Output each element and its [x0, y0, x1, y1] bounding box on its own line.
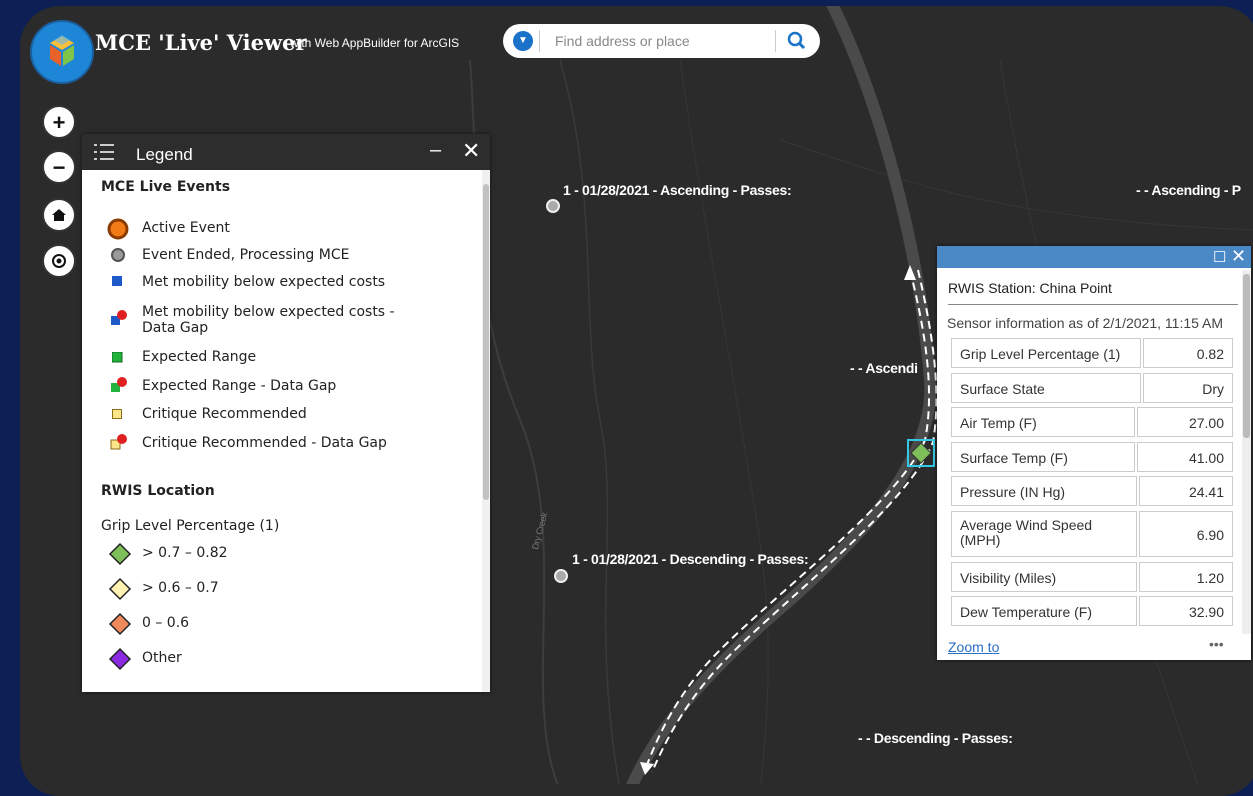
legend-item: Met mobility below expected costs - [142, 304, 395, 320]
attr-label: Grip Level Percentage (1) [951, 338, 1141, 368]
app-logo [30, 20, 94, 84]
close-icon[interactable]: ✕ [1231, 246, 1246, 267]
minimize-button[interactable]: – [430, 139, 441, 162]
attr-value: Dry [1143, 373, 1233, 403]
scrollbar-thumb[interactable] [1243, 274, 1250, 438]
legend-title: Legend [136, 145, 193, 164]
attr-label-line: (MPH) [960, 532, 1001, 548]
app-title: MCE 'Live' Viewer [95, 30, 307, 55]
attr-label: Dew Temperature (F) [951, 596, 1137, 626]
attr-label: Average Wind Speed (MPH) [951, 511, 1137, 557]
legend-item: Critique Recommended [142, 406, 307, 422]
popup-info: Sensor information as of 2/1/2021, 11:15… [947, 315, 1224, 331]
search-input[interactable]: Find address or place [555, 33, 690, 49]
my-location-button[interactable] [42, 244, 76, 278]
map-label-ascending: - - Ascending - P [1136, 182, 1241, 198]
divider [539, 30, 540, 52]
legend-section-heading: MCE Live Events [101, 179, 231, 195]
orange-diamond-icon [108, 612, 132, 636]
close-button[interactable]: ✕ [462, 138, 480, 164]
attr-value: 32.90 [1139, 596, 1233, 626]
locate-icon [52, 254, 66, 268]
app-subtitle: with Web AppBuilder for ArcGIS [290, 36, 460, 50]
blue-square-data-gap-icon [111, 310, 127, 325]
legend-item: > 0.6 – 0.7 [142, 580, 219, 596]
map-label-ascending: 1 - 01/28/2021 - Ascending - Passes: [563, 182, 792, 198]
attr-label: Surface State [951, 373, 1141, 403]
attr-value: 1.20 [1139, 562, 1233, 592]
legend-panel: Legend – ✕ MCE Live Events Active Event … [82, 134, 490, 692]
map-label-descending: 1 - 01/28/2021 - Descending - Passes: [572, 551, 809, 567]
divider [948, 304, 1238, 305]
green-square-icon [112, 352, 123, 363]
search-button[interactable] [783, 28, 811, 54]
legend-item: > 0.7 – 0.82 [142, 545, 228, 561]
green-square-data-gap-icon [111, 377, 127, 392]
legend-item: Other [142, 650, 182, 666]
attr-label: Air Temp (F) [951, 407, 1135, 437]
popup-title: RWIS Station: China Point [948, 280, 1112, 296]
legend-header: Legend – ✕ [82, 134, 490, 170]
legend-item: Expected Range - Data Gap [142, 378, 337, 394]
legend-scrollbar[interactable] [482, 170, 490, 692]
legend-item: Expected Range [142, 349, 257, 365]
green-diamond-icon [108, 542, 132, 566]
scrollbar-thumb[interactable] [483, 184, 489, 500]
home-button[interactable] [42, 198, 76, 232]
legend-body: MCE Live Events Active Event Event Ended… [82, 170, 482, 692]
zoom-in-button[interactable]: + [42, 105, 76, 139]
attr-label: Visibility (Miles) [951, 562, 1137, 592]
more-options-button[interactable]: ••• [1209, 636, 1224, 652]
map-label-descending: - - Descending - Passes: [858, 730, 1013, 746]
cube-logo-icon [50, 35, 74, 66]
maximize-icon[interactable]: ☐ [1213, 248, 1226, 266]
legend-item: Met mobility below expected costs [142, 274, 386, 290]
active-event-icon [107, 218, 129, 240]
popup-scrollbar[interactable] [1242, 270, 1251, 634]
home-icon [52, 209, 66, 221]
attr-value: 27.00 [1137, 407, 1233, 437]
search-icon [787, 31, 806, 50]
yellow-square-data-gap-icon [110, 434, 127, 450]
legend-item: Active Event [142, 220, 230, 236]
zoom-out-button[interactable]: − [42, 150, 76, 184]
event-ended-icon [111, 248, 125, 262]
purple-diamond-icon [108, 647, 132, 671]
map-label-ascending: - - Ascendi [850, 360, 918, 376]
list-icon [94, 144, 114, 160]
feature-popup: ☐ ✕ RWIS Station: China Point Sensor inf… [937, 246, 1251, 660]
attr-value: 0.82 [1143, 338, 1233, 368]
attr-value: 24.41 [1139, 476, 1233, 506]
legend-item: 0 – 0.6 [142, 615, 190, 631]
divider [775, 30, 776, 52]
legend-field-label: Grip Level Percentage (1) [101, 518, 280, 534]
attr-label: Surface Temp (F) [951, 442, 1135, 472]
yellow-square-icon [112, 409, 122, 419]
search-bar: ▼ Find address or place [503, 24, 820, 58]
legend-item: Event Ended, Processing MCE [142, 247, 350, 263]
attr-value: 6.90 [1139, 511, 1233, 557]
legend-item: Data Gap [142, 320, 209, 336]
attr-label: Pressure (IN Hg) [951, 476, 1137, 506]
yellow-diamond-icon [108, 577, 132, 601]
attr-label-line: Average Wind Speed [960, 517, 1093, 533]
legend-section-heading: RWIS Location [101, 483, 215, 499]
search-source-dropdown[interactable]: ▼ [513, 31, 533, 51]
popup-header: ☐ ✕ [937, 246, 1251, 268]
blue-square-icon [112, 276, 122, 286]
zoom-to-link[interactable]: Zoom to [948, 639, 999, 655]
attr-value: 41.00 [1137, 442, 1233, 472]
legend-item: Critique Recommended - Data Gap [142, 435, 387, 451]
